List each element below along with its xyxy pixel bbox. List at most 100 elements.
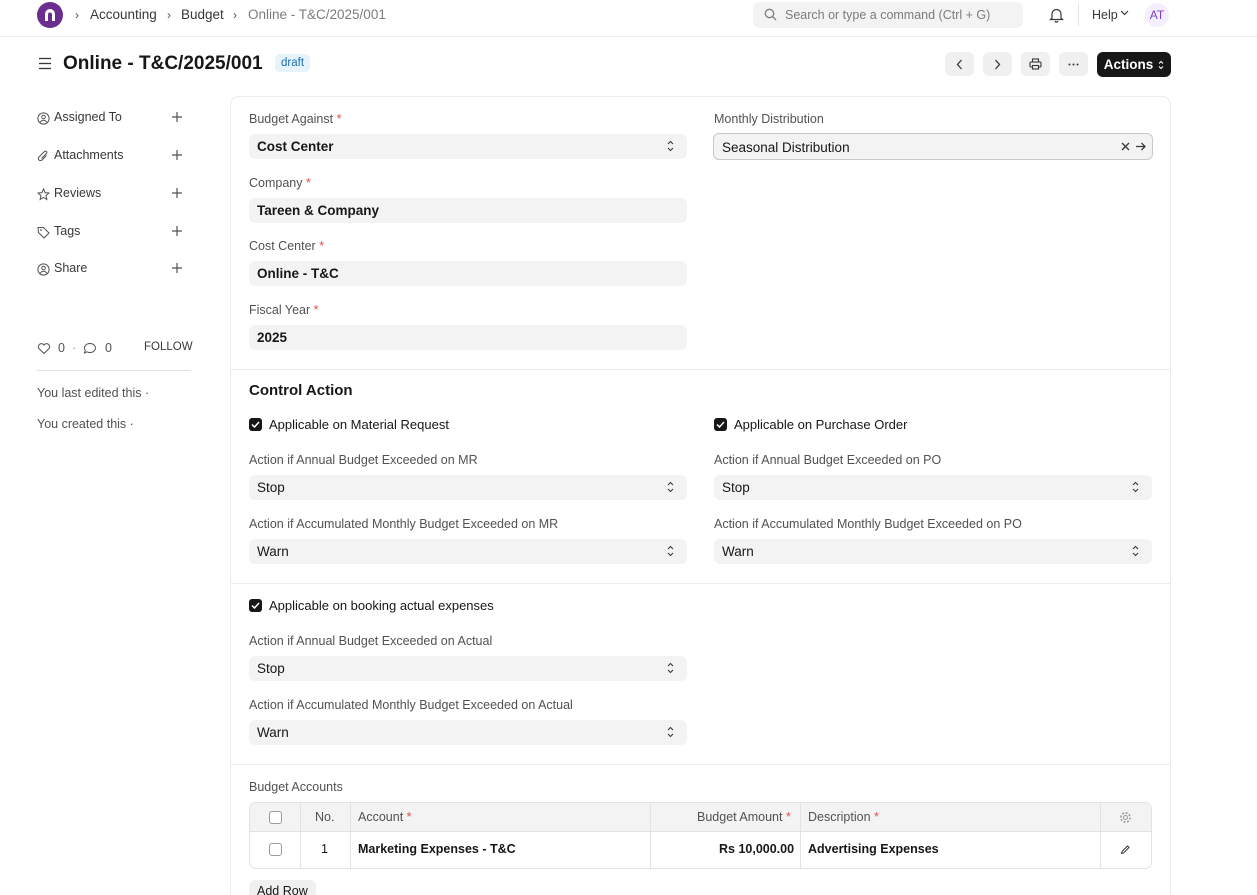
annual-actual-label: Action if Annual Budget Exceeded on Actu… bbox=[249, 634, 493, 648]
created-info: You created this · bbox=[37, 417, 134, 431]
more-options-button[interactable] bbox=[1059, 52, 1088, 76]
sidebar-item-label: Share bbox=[54, 261, 88, 275]
budget-against-value: Cost Center bbox=[257, 139, 334, 154]
monthly-po-label: Action if Accumulated Monthly Budget Exc… bbox=[714, 517, 1022, 531]
actions-button[interactable]: Actions bbox=[1097, 52, 1171, 77]
monthly-distribution-label: Monthly Distribution bbox=[714, 112, 824, 126]
search-input[interactable]: Search or type a command (Ctrl + G) bbox=[753, 2, 1023, 28]
updown-icon bbox=[667, 481, 674, 493]
chevron-right-icon bbox=[995, 59, 1001, 69]
fiscal-year-field[interactable]: 2025 bbox=[249, 325, 687, 350]
monthly-actual-select[interactable]: Warn bbox=[249, 720, 687, 745]
actual-checkbox[interactable] bbox=[249, 599, 262, 612]
company-label: Company * bbox=[249, 176, 311, 190]
sidebar-divider bbox=[37, 370, 191, 371]
chevron-right-icon: › bbox=[75, 8, 79, 22]
annual-mr-value: Stop bbox=[257, 480, 285, 495]
monthly-actual-value: Warn bbox=[257, 725, 289, 740]
heart-icon[interactable] bbox=[37, 342, 51, 355]
sidebar-item-share[interactable]: Share bbox=[37, 261, 187, 279]
print-button[interactable] bbox=[1021, 52, 1050, 76]
column-divider bbox=[800, 803, 801, 868]
monthly-po-select[interactable]: Warn bbox=[714, 539, 1152, 564]
top-navbar: › Accounting › Budget › Online - T&C/202… bbox=[0, 0, 1257, 37]
monthly-mr-value: Warn bbox=[257, 544, 289, 559]
fiscal-year-label: Fiscal Year * bbox=[249, 303, 319, 317]
sidebar-item-assigned-to[interactable]: Assigned To bbox=[37, 110, 187, 128]
monthly-mr-label: Action if Accumulated Monthly Budget Exc… bbox=[249, 517, 559, 531]
monthly-distribution-value: Seasonal Distribution bbox=[722, 140, 850, 155]
follow-button[interactable]: FOLLOW bbox=[144, 341, 193, 353]
po-checkbox[interactable] bbox=[714, 418, 727, 431]
previous-doc-button[interactable] bbox=[945, 52, 974, 76]
last-edited-info: You last edited this · bbox=[37, 386, 150, 400]
annual-mr-select[interactable]: Stop bbox=[249, 475, 687, 500]
sidebar-item-tags[interactable]: Tags bbox=[37, 224, 187, 242]
breadcrumb-budget[interactable]: Budget bbox=[181, 7, 224, 22]
bell-icon[interactable] bbox=[1049, 7, 1064, 23]
breadcrumb-accounting[interactable]: Accounting bbox=[90, 7, 157, 22]
gear-icon[interactable] bbox=[1119, 811, 1132, 824]
updown-icon bbox=[667, 545, 674, 557]
cost-center-label: Cost Center * bbox=[249, 239, 325, 253]
company-field[interactable]: Tareen & Company bbox=[249, 198, 687, 223]
plus-icon[interactable] bbox=[171, 262, 183, 274]
row-account[interactable]: Marketing Expenses - T&C bbox=[358, 842, 516, 856]
monthly-mr-select[interactable]: Warn bbox=[249, 539, 687, 564]
section-divider bbox=[231, 764, 1170, 765]
column-divider bbox=[300, 803, 301, 868]
sidebar-item-attachments[interactable]: Attachments bbox=[37, 148, 187, 166]
annual-po-select[interactable]: Stop bbox=[714, 475, 1152, 500]
control-action-title: Control Action bbox=[249, 382, 353, 399]
mr-checkbox[interactable] bbox=[249, 418, 262, 431]
company-value: Tareen & Company bbox=[257, 203, 380, 218]
plus-icon[interactable] bbox=[171, 149, 183, 161]
annual-actual-select[interactable]: Stop bbox=[249, 656, 687, 681]
chevron-right-icon: › bbox=[233, 8, 237, 22]
status-badge: draft bbox=[275, 54, 311, 72]
chevron-right-icon: › bbox=[167, 8, 171, 22]
printer-icon bbox=[1029, 58, 1042, 70]
annual-po-label: Action if Annual Budget Exceeded on PO bbox=[714, 453, 942, 467]
cost-center-value: Online - T&C bbox=[257, 266, 339, 281]
plus-icon[interactable] bbox=[171, 187, 183, 199]
budget-against-label: Budget Against * bbox=[249, 112, 342, 126]
chevron-left-icon bbox=[956, 59, 962, 69]
sidebar-item-label: Assigned To bbox=[54, 110, 122, 124]
next-doc-button[interactable] bbox=[983, 52, 1012, 76]
chevron-down-icon[interactable] bbox=[1120, 10, 1129, 16]
paperclip-icon bbox=[37, 150, 48, 162]
cost-center-field[interactable]: Online - T&C bbox=[249, 261, 687, 286]
sidebar-stats: 0 · 0 FOLLOW bbox=[37, 341, 193, 357]
clear-icon[interactable] bbox=[1121, 142, 1130, 151]
add-row-button[interactable]: Add Row bbox=[249, 880, 316, 895]
row-description[interactable]: Advertising Expenses bbox=[808, 842, 939, 856]
column-divider bbox=[650, 803, 651, 868]
tag-icon bbox=[37, 227, 50, 239]
edit-icon[interactable] bbox=[1120, 844, 1131, 855]
po-checkbox-label: Applicable on Purchase Order bbox=[734, 417, 908, 432]
select-all-checkbox[interactable] bbox=[269, 811, 282, 824]
sidebar-item-reviews[interactable]: Reviews bbox=[37, 186, 187, 204]
sidebar-toggle-icon[interactable] bbox=[38, 57, 52, 70]
row-amount[interactable]: Rs 10,000.00 bbox=[719, 842, 794, 856]
breadcrumb-current[interactable]: Online - T&C/2025/001 bbox=[248, 7, 386, 22]
budget-accounts-table: No. Account * Budget Amount * Descriptio… bbox=[249, 802, 1152, 869]
monthly-actual-label: Action if Accumulated Monthly Budget Exc… bbox=[249, 698, 573, 712]
budget-against-select[interactable]: Cost Center bbox=[249, 134, 687, 159]
plus-icon[interactable] bbox=[171, 111, 183, 123]
comments-count: 0 bbox=[105, 341, 112, 355]
app-logo-icon[interactable] bbox=[37, 2, 63, 28]
plus-icon[interactable] bbox=[171, 225, 183, 237]
avatar[interactable]: AT bbox=[1145, 3, 1169, 27]
column-header-account: Account * bbox=[358, 810, 412, 824]
column-divider bbox=[350, 803, 351, 868]
help-menu[interactable]: Help bbox=[1092, 8, 1118, 22]
monthly-distribution-field[interactable]: Seasonal Distribution bbox=[713, 133, 1153, 160]
row-checkbox[interactable] bbox=[269, 843, 282, 856]
column-header-description: Description * bbox=[808, 810, 879, 824]
comment-icon[interactable] bbox=[83, 342, 97, 355]
updown-icon bbox=[1132, 481, 1139, 493]
arrow-right-icon[interactable] bbox=[1135, 141, 1147, 152]
updown-icon bbox=[1158, 60, 1164, 69]
